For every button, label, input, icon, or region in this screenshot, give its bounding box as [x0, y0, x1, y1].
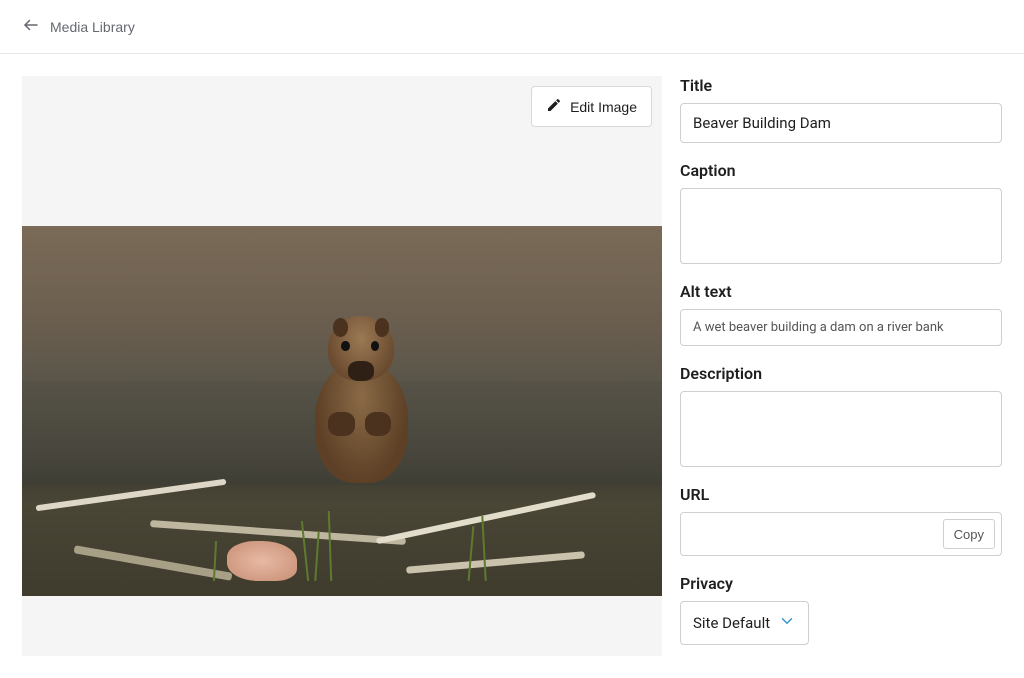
title-input[interactable] [680, 103, 1002, 143]
url-row: Copy [680, 512, 1002, 556]
description-input[interactable] [680, 391, 1002, 467]
edit-image-label: Edit Image [570, 99, 637, 115]
copy-url-button[interactable]: Copy [943, 519, 995, 549]
description-label: Description [680, 364, 1002, 383]
back-label: Media Library [50, 19, 135, 35]
alttext-input[interactable] [680, 309, 1002, 346]
top-bar: Media Library [0, 0, 1024, 54]
caption-input[interactable] [680, 188, 1002, 264]
media-image [22, 226, 662, 596]
arrow-left-icon [22, 16, 40, 37]
url-field-group: URL Copy [680, 485, 1002, 556]
privacy-field-group: Privacy Site Default [680, 574, 1002, 645]
caption-field-group: Caption [680, 161, 1002, 264]
chevron-down-icon [778, 612, 796, 634]
pencil-icon [546, 97, 562, 116]
alttext-label: Alt text [680, 282, 1002, 301]
back-to-library-button[interactable]: Media Library [22, 14, 135, 39]
description-field-group: Description [680, 364, 1002, 467]
url-input[interactable] [681, 513, 937, 555]
details-form: Title Caption Alt text Description URL C… [680, 76, 1002, 656]
title-label: Title [680, 76, 1002, 95]
privacy-value: Site Default [693, 614, 770, 632]
caption-label: Caption [680, 161, 1002, 180]
privacy-select[interactable]: Site Default [680, 601, 809, 645]
title-field-group: Title [680, 76, 1002, 143]
content: Edit Image Title [0, 54, 1024, 678]
image-preview-pane: Edit Image [22, 76, 662, 656]
url-label: URL [680, 485, 1002, 504]
edit-image-button[interactable]: Edit Image [531, 86, 652, 127]
privacy-label: Privacy [680, 574, 1002, 593]
alttext-field-group: Alt text [680, 282, 1002, 346]
